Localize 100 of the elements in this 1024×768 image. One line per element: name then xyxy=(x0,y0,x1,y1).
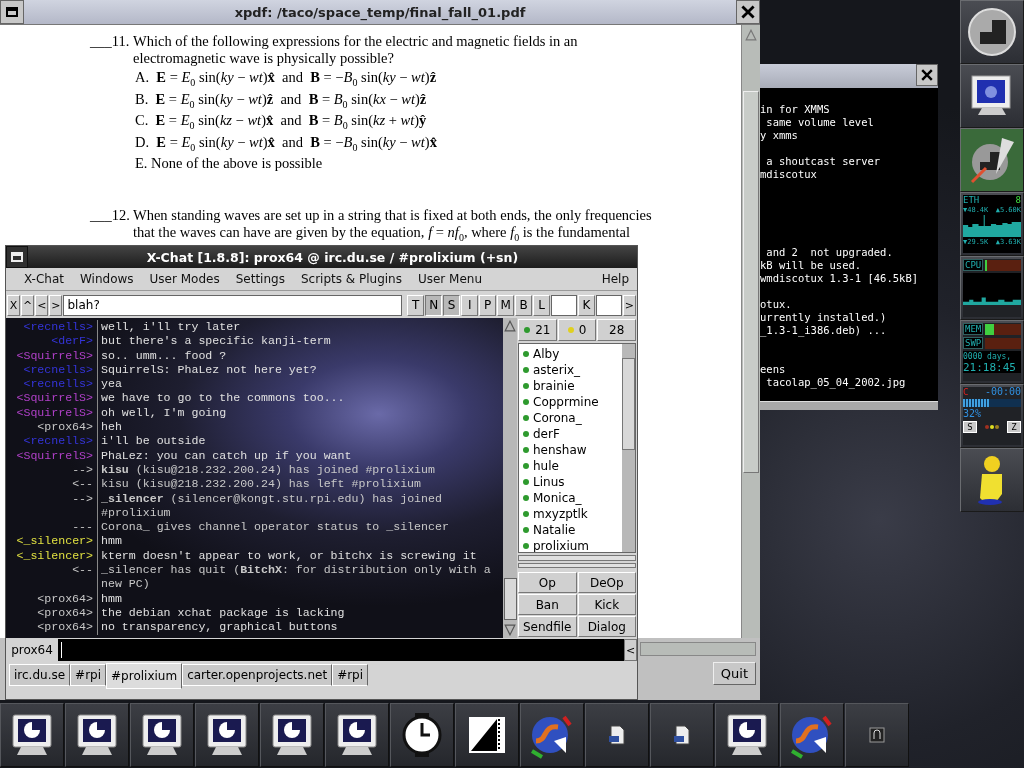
mode-button[interactable]: M xyxy=(497,294,515,316)
channel-tab[interactable]: irc.du.se xyxy=(9,664,71,686)
scrollbar[interactable] xyxy=(640,642,756,656)
taskbar-button[interactable] xyxy=(195,703,259,767)
quit-button[interactable]: Quit xyxy=(712,662,756,685)
uptime-clock: 21:18:45 xyxy=(963,362,1017,373)
mode-button[interactable]: S xyxy=(443,294,461,316)
menu-item[interactable]: Windows xyxy=(72,272,142,286)
user-list-item[interactable]: asterix_ xyxy=(519,362,622,378)
limit-field[interactable] xyxy=(551,294,577,316)
user-list-item[interactable]: Natalie xyxy=(519,522,622,538)
mode-button[interactable]: N xyxy=(425,294,443,316)
splitter-bar[interactable] xyxy=(518,562,636,568)
channel-tab[interactable]: #rpi xyxy=(332,664,369,686)
channel-tab[interactable]: carter.openprojects.net xyxy=(182,664,333,686)
user-action-button[interactable]: Dialog xyxy=(577,616,636,637)
user-list-item[interactable]: mxyzptlk xyxy=(519,506,622,522)
cpu-monitor[interactable]: CPU xyxy=(960,256,1024,320)
menu-item[interactable]: User Menu xyxy=(409,272,491,286)
terminal-line: urrently installed.) xyxy=(760,311,888,324)
chat-message: hmm xyxy=(100,591,123,606)
menu-item[interactable]: Settings xyxy=(227,272,293,286)
close-button[interactable] xyxy=(736,0,760,24)
mode-button[interactable]: I xyxy=(461,294,479,316)
channel-tab[interactable]: #rpi xyxy=(70,664,107,686)
toggle-button[interactable]: < xyxy=(624,639,637,661)
taskbar-button[interactable] xyxy=(715,703,779,767)
taskbar-button[interactable] xyxy=(520,703,584,767)
user-list-item[interactable]: Monica_ xyxy=(519,490,622,506)
scrollbar-thumb[interactable] xyxy=(503,578,517,620)
dock-tile[interactable] xyxy=(960,64,1024,128)
taskbar-button[interactable] xyxy=(325,703,389,767)
nickname: <_silencer> xyxy=(9,548,98,564)
dock-tile[interactable] xyxy=(960,448,1024,512)
monitor-icon xyxy=(269,713,315,757)
user-action-button[interactable]: DeOp xyxy=(577,572,636,593)
monitor-icon xyxy=(9,713,55,757)
taskbar-button[interactable] xyxy=(130,703,194,767)
window-menu-button[interactable] xyxy=(6,246,28,268)
media-player[interactable]: C -00:00 32% S Z xyxy=(960,384,1024,448)
close-icon[interactable] xyxy=(741,5,755,19)
toolbar-button[interactable]: ^ xyxy=(21,294,35,316)
taskbar-button[interactable] xyxy=(455,703,519,767)
user-list-item[interactable]: henshaw xyxy=(519,442,622,458)
scrollbar[interactable] xyxy=(622,344,635,552)
window-title: X-Chat [1.8.8]: prox64 @ irc.du.se / #prolixium (+sn) xyxy=(145,249,520,265)
toolbar-button[interactable]: X xyxy=(7,294,20,316)
menu-item[interactable]: User Modes xyxy=(141,272,228,286)
taskbar-button[interactable] xyxy=(650,703,714,767)
taskbar-button[interactable] xyxy=(780,703,844,767)
toolbar-button[interactable]: > xyxy=(622,294,636,316)
toolbar-button[interactable]: < xyxy=(35,294,49,316)
menu-item[interactable]: Help xyxy=(593,272,637,286)
close-button[interactable] xyxy=(916,64,938,86)
user-list-item[interactable]: Alby xyxy=(519,346,622,362)
taskbar-button[interactable] xyxy=(260,703,324,767)
user-list-item[interactable]: Corona_ xyxy=(519,410,622,426)
user-list-item[interactable]: Linus xyxy=(519,474,622,490)
taskbar-button[interactable] xyxy=(585,703,649,767)
user-action-button[interactable]: Kick xyxy=(577,594,636,615)
mode-button[interactable]: L xyxy=(533,294,551,316)
user-list-item[interactable]: brainie xyxy=(519,378,622,394)
scroll-up-icon[interactable] xyxy=(504,320,516,332)
player-button[interactable]: Z xyxy=(1007,421,1021,433)
toolbar-button[interactable]: > xyxy=(49,294,63,316)
user-list-item[interactable]: Copprmine xyxy=(519,394,622,410)
user-list-item[interactable]: prolixium xyxy=(519,538,622,552)
user-list-item[interactable]: derF xyxy=(519,426,622,442)
question-text: electromagnetic wave is physically possible? xyxy=(133,50,395,67)
channel-tab[interactable]: #prolixium xyxy=(106,663,183,689)
nickname: <prox64> xyxy=(9,605,98,621)
dock-tile[interactable] xyxy=(960,128,1024,192)
topic-field[interactable]: blah? xyxy=(63,294,403,316)
message-input[interactable] xyxy=(58,639,624,661)
taskbar-button[interactable] xyxy=(0,703,64,767)
player-button[interactable]: S xyxy=(963,421,977,433)
user-action-button[interactable]: Sendfile xyxy=(518,616,577,637)
dock-tile[interactable] xyxy=(960,0,1024,64)
window-menu-button[interactable] xyxy=(0,0,24,24)
mode-button[interactable]: P xyxy=(479,294,497,316)
scrollbar[interactable] xyxy=(518,555,636,561)
taskbar-button[interactable] xyxy=(65,703,129,767)
mode-button[interactable]: B xyxy=(515,294,533,316)
scroll-down-icon[interactable] xyxy=(504,624,516,636)
key-field[interactable] xyxy=(596,294,622,316)
user-list-item[interactable]: hule xyxy=(519,458,622,474)
menu-item[interactable]: Scripts & Plugins xyxy=(292,272,410,286)
nickname-label: prox64 xyxy=(10,643,54,657)
key-button[interactable]: K xyxy=(578,294,595,316)
question-text: Which of the following expressions for the electric and magnetic fields in an xyxy=(133,33,578,50)
user-action-button[interactable]: Op xyxy=(518,572,577,593)
monitor-icon xyxy=(139,713,185,757)
memory-monitor[interactable]: MEM SWP 0000 days, 21:18:45 xyxy=(960,320,1024,384)
scrollbar[interactable] xyxy=(503,318,517,638)
menu-item[interactable]: X-Chat xyxy=(16,272,72,286)
close-icon[interactable] xyxy=(921,69,933,81)
answer-choice: C. E = E$_{0}$ sin(kz − wt)x̂ and B = B$_{0}$ sin(kz + wt)ŷ xyxy=(134,111,428,132)
taskbar-button[interactable] xyxy=(390,703,454,767)
mode-button[interactable]: T xyxy=(407,294,425,316)
user-action-button[interactable]: Ban xyxy=(518,594,577,615)
